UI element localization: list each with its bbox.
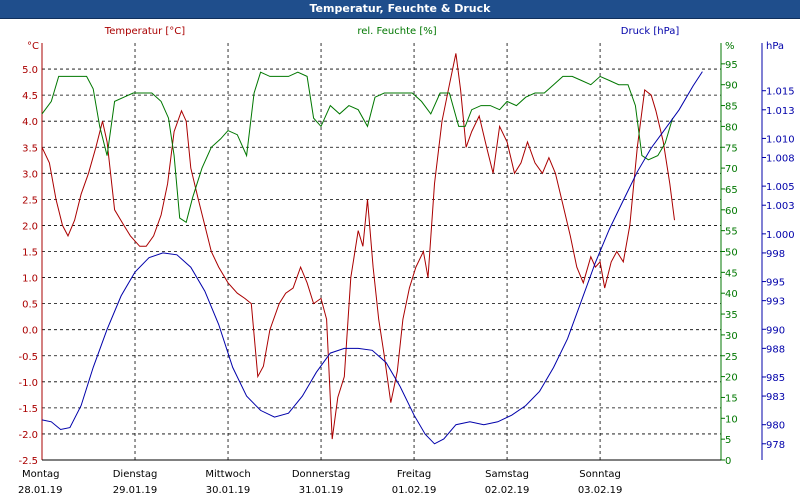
pressure-tick-label: 993 [766,297,785,308]
temperature-tick-label: 1.0 [22,274,38,285]
temperature-tick-label: -0.5 [18,352,38,363]
temp-series-label: Temperatur [°C] [104,26,185,37]
x-day-label: Mittwoch [205,469,250,480]
temperature-tick-label: -1.0 [18,378,38,389]
x-date-label: 01.02.19 [392,485,437,496]
humidity-tick-label: 65 [725,185,738,196]
x-day-label: Freitag [397,469,431,480]
humidity-tick-label: 15 [725,393,738,404]
x-day-label: Samstag [485,469,529,480]
humidity-tick-label: 80 [725,122,738,133]
pressure-tick-label: 995 [766,278,785,289]
temperature-tick-label: 3.0 [22,169,38,180]
pressure-tick-label: 978 [766,440,785,451]
x-date-label: 03.02.19 [578,485,623,496]
pressure-tick-label: 998 [766,249,785,260]
pressure-tick-label: 1.003 [766,201,795,212]
temperature-tick-label: 0.0 [22,326,38,337]
humidity-tick-label: 35 [725,310,738,321]
humidity-tick-label: 45 [725,268,738,279]
x-date-label: 29.01.19 [113,485,158,496]
temperature-tick-label: -2.0 [18,430,38,441]
humidity-tick-label: 40 [725,289,738,300]
temperature-tick-label: -1.5 [18,404,38,415]
temperature-series-line [41,53,675,440]
x-day-label: Montag [22,469,59,480]
chart-canvas: °C Temperatur [°C] rel. Feuchte [%] Druc… [18,26,795,496]
temperature-tick-label: 2.5 [22,195,38,206]
humidity-tick-label: 25 [725,352,738,363]
humidity-tick-label: 0 [725,456,731,467]
grid-lines [42,43,721,461]
x-date-label: 31.01.19 [299,485,344,496]
x-date-label: 30.01.19 [206,485,251,496]
humidity-tick-label: 5 [725,435,731,446]
temp-unit-label: °C [27,41,39,52]
pressure-tick-label: 980 [766,421,785,432]
humidity-tick-label: 55 [725,227,738,238]
pressure-tick-label: 990 [766,325,785,336]
humidity-tick-label: 10 [725,414,738,425]
temperature-tick-label: -2.5 [18,456,38,467]
x-day-label: Dienstag [113,469,158,480]
pressure-tick-label: 1.008 [766,154,795,165]
humidity-tick-label: 30 [725,331,738,342]
humidity-tick-label: 75 [725,143,738,154]
temperature-tick-label: 2.0 [22,221,38,232]
pressure-tick-label: 1.013 [766,106,795,117]
x-day-label: Sonntag [579,469,621,480]
pressure-tick-label: 988 [766,344,785,355]
humidity-tick-label: 20 [725,373,738,384]
humidity-tick-label: 95 [725,60,738,71]
data-series [41,53,703,445]
pressure-tick-label: 983 [766,392,785,403]
x-date-label: 28.01.19 [18,485,63,496]
temperature-tick-label: 4.0 [22,117,38,128]
x-day-label: Donnerstag [292,469,350,480]
humidity-tick-label: 50 [725,248,738,259]
temperature-tick-label: 5.0 [22,65,38,76]
temperature-tick-label: 4.5 [22,91,38,102]
temperature-tick-label: 3.5 [22,143,38,154]
humidity-series-label: rel. Feuchte [%] [357,26,436,37]
humidity-tick-label: 90 [725,81,738,92]
pressure-tick-label: 985 [766,373,785,384]
x-date-label: 02.02.19 [485,485,530,496]
humidity-tick-label: 85 [725,102,738,113]
pressure-tick-label: 1.000 [766,230,795,241]
humidity-tick-label: 70 [725,164,738,175]
pressure-tick-label: 1.015 [766,87,795,98]
humidity-tick-label: 60 [725,206,738,217]
pressure-tick-label: 1.010 [766,134,795,145]
pressure-tick-label: 1.005 [766,182,795,193]
temperature-tick-label: 0.5 [22,300,38,311]
humidity-unit-label: % [725,41,735,52]
pressure-unit-label: hPa [766,41,784,52]
pressure-series-label: Druck [hPa] [621,26,680,37]
temperature-tick-label: 1.5 [22,248,38,259]
